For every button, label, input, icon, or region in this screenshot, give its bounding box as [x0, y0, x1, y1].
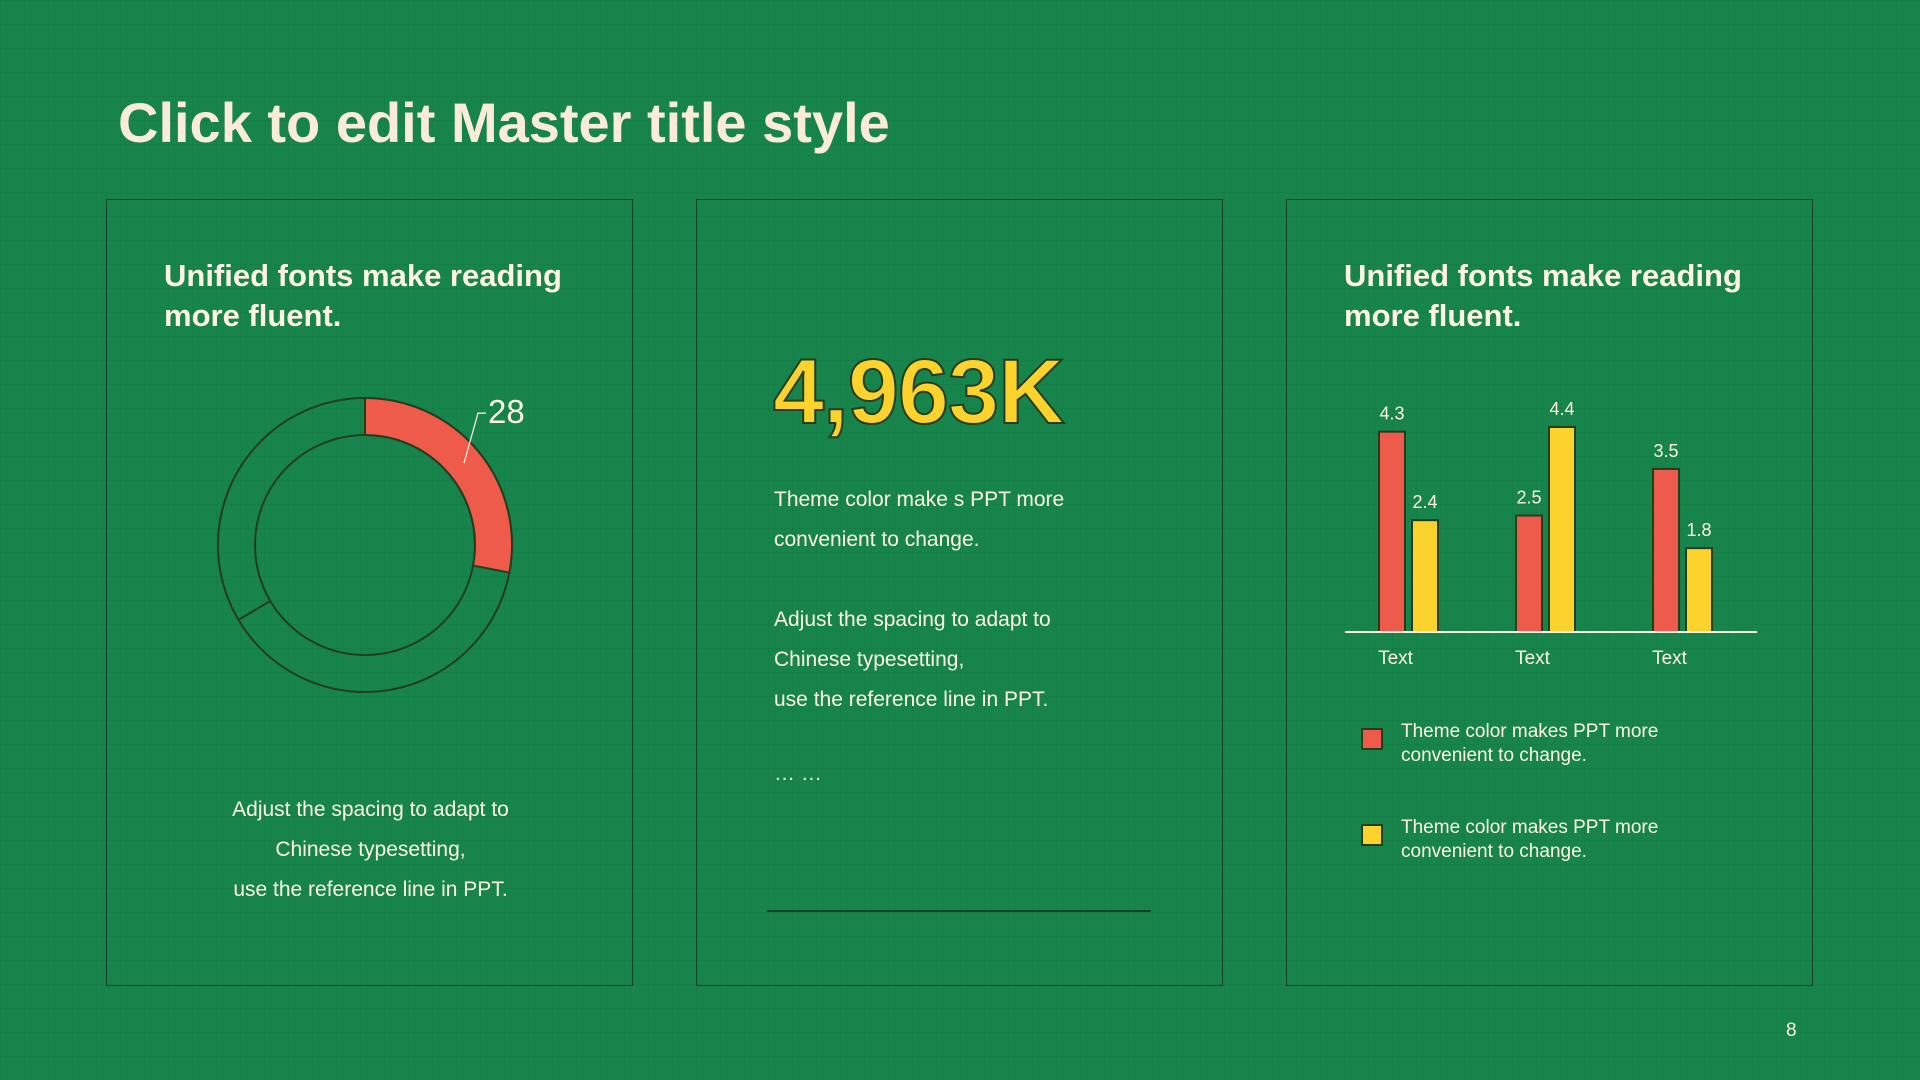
bar — [1685, 547, 1713, 633]
donut-inner-ring — [254, 434, 476, 656]
bar-data-label: 3.5 — [1653, 441, 1678, 461]
card2-body: Theme color make s PPT more convenient t… — [774, 480, 1064, 720]
donut-separator — [237, 600, 271, 621]
bar — [1548, 426, 1576, 633]
body-line: Adjust the spacing to adapt to — [232, 798, 509, 821]
legend-line: convenient to change. — [1401, 841, 1587, 862]
page-number: 8 — [1786, 1020, 1797, 1041]
paragraph: Theme color make s PPT more convenient t… — [774, 480, 1064, 560]
bar-chart: 4.3 2.4 Text 2.5 4.4 Text 3.5 1.8 Text — [1345, 399, 1757, 669]
legend-item-yellow: Theme color makes PPT more convenient to… — [1361, 816, 1658, 864]
ellipsis-text: … … — [774, 762, 822, 785]
x-tick-label: Text — [1378, 648, 1414, 669]
bar-data-label: 4.4 — [1549, 399, 1574, 419]
donut-chart: 28 — [217, 393, 525, 693]
x-tick-label: Text — [1652, 648, 1688, 669]
card1-body: Adjust the spacing to adapt to Chinese t… — [107, 790, 634, 910]
big-number: 4,963K — [772, 340, 1066, 444]
bar-data-label: 2.4 — [1412, 492, 1437, 512]
donut-chart-marks: 28 — [217, 393, 525, 693]
legend-swatch-yellow — [1361, 824, 1383, 846]
donut-data-label: 28 — [488, 393, 525, 430]
legend-line: convenient to change. — [1401, 745, 1587, 766]
legend-item-red: Theme color makes PPT more convenient to… — [1361, 720, 1658, 768]
body-line: Chinese typesetting, — [275, 838, 466, 861]
legend-line: Theme color makes PPT more — [1401, 817, 1659, 838]
bar-data-label: 2.5 — [1516, 488, 1541, 508]
paragraph: Adjust the spacing to adapt to Chinese t… — [774, 600, 1064, 720]
body-line: Chinese typesetting, — [774, 648, 965, 671]
bar — [1411, 519, 1439, 634]
body-line: Adjust the spacing to adapt to — [774, 608, 1051, 631]
legend-text: Theme color makes PPT more convenient to… — [1401, 720, 1658, 768]
body-line: use the reference line in PPT. — [233, 878, 508, 901]
bar-chart-marks: 4.3 2.4 Text 2.5 4.4 Text 3.5 1.8 Text — [1345, 399, 1757, 669]
x-tick-label: Text — [1515, 648, 1551, 669]
legend-line: Theme color makes PPT more — [1401, 721, 1659, 742]
body-line: Theme color make s PPT more — [774, 488, 1065, 511]
stat-card: 4,963K Theme color make s PPT more conve… — [696, 199, 1223, 986]
donut-card: Unified fonts make reading more fluent. … — [106, 199, 633, 986]
bar — [1652, 467, 1680, 633]
bar-chart-card: Unified fonts make reading more fluent. … — [1286, 199, 1813, 986]
body-line: use the reference line in PPT. — [774, 688, 1049, 711]
bar-data-label: 1.8 — [1686, 520, 1711, 540]
legend-text: Theme color makes PPT more convenient to… — [1401, 816, 1658, 864]
body-line: convenient to change. — [774, 528, 980, 551]
bar — [1515, 514, 1543, 634]
legend-swatch-red — [1361, 728, 1383, 750]
bar — [1378, 430, 1406, 633]
reference-line — [767, 910, 1151, 912]
bar-data-label: 4.3 — [1379, 404, 1404, 424]
slide-title: Click to edit Master title style — [118, 91, 890, 154]
